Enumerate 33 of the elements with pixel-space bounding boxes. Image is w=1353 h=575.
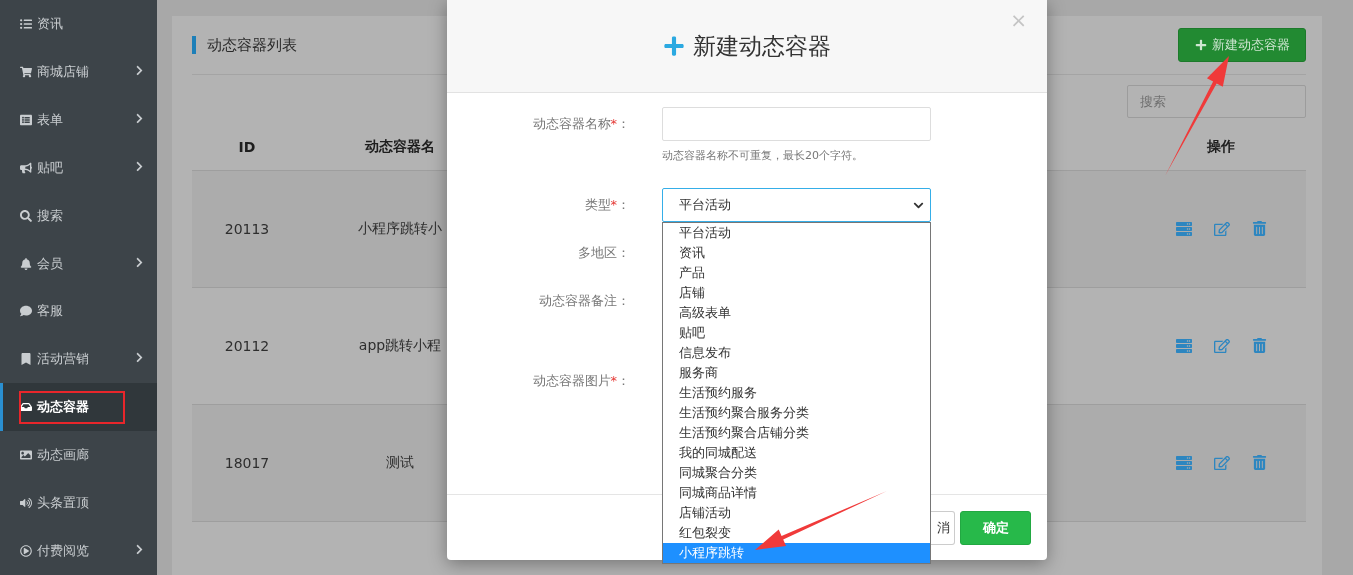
field-label: 多地区： <box>577 244 630 262</box>
field-label: 类型*： <box>583 196 630 214</box>
sidebar-item[interactable]: 资讯 <box>0 0 157 48</box>
sidebar-item[interactable]: 搜索 <box>0 191 157 240</box>
sidebar-item[interactable]: 会员 <box>0 239 157 288</box>
sidebar-item[interactable]: 商城店铺 <box>0 47 157 96</box>
sidebar-item[interactable]: 贴吧 <box>0 143 157 192</box>
search-field[interactable]: 搜索 <box>1127 85 1306 118</box>
table-cell-text: 18017 <box>223 455 271 471</box>
table-cell-text: 测试 <box>385 454 415 472</box>
sidebar-item[interactable]: 动态容器 <box>0 383 157 432</box>
sidebar-item[interactable]: 表单 <box>0 95 157 144</box>
sidebar-item[interactable]: 头条置顶 <box>0 479 157 528</box>
field-label: 动态容器备注： <box>538 292 630 310</box>
table-cell-text: app跳转小程 <box>357 337 443 355</box>
column-header: 动态容器名 <box>364 138 436 156</box>
sidebar-item[interactable]: 付费阅览 <box>0 527 157 575</box>
column-header: 操作 <box>1206 138 1236 156</box>
field-label: 动态容器名称*： <box>531 115 630 133</box>
modal-title: 新建动态容器 <box>693 31 831 61</box>
sidebar-item[interactable]: 客服 <box>0 287 157 336</box>
sidebar-item[interactable]: 动态画廊 <box>0 431 157 480</box>
table-cell-text: 20113 <box>223 221 271 237</box>
sidebar-item[interactable]: 活动营销 <box>0 335 157 384</box>
column-header: ID <box>237 139 257 155</box>
type-select[interactable]: 平台活动 <box>662 188 931 222</box>
table-cell-text: 小程序跳转小 <box>357 220 443 238</box>
cancel-button[interactable]: 消 <box>931 511 955 545</box>
field-label: 动态容器图片*： <box>531 372 630 390</box>
table-cell-text: 20112 <box>223 338 271 354</box>
page-title: 动态容器列表 <box>192 36 297 54</box>
field-hint: 动态容器名称不可重复，最长20个字符。 <box>662 148 864 163</box>
new-container-button[interactable]: 新建动态容器 <box>1178 28 1306 62</box>
